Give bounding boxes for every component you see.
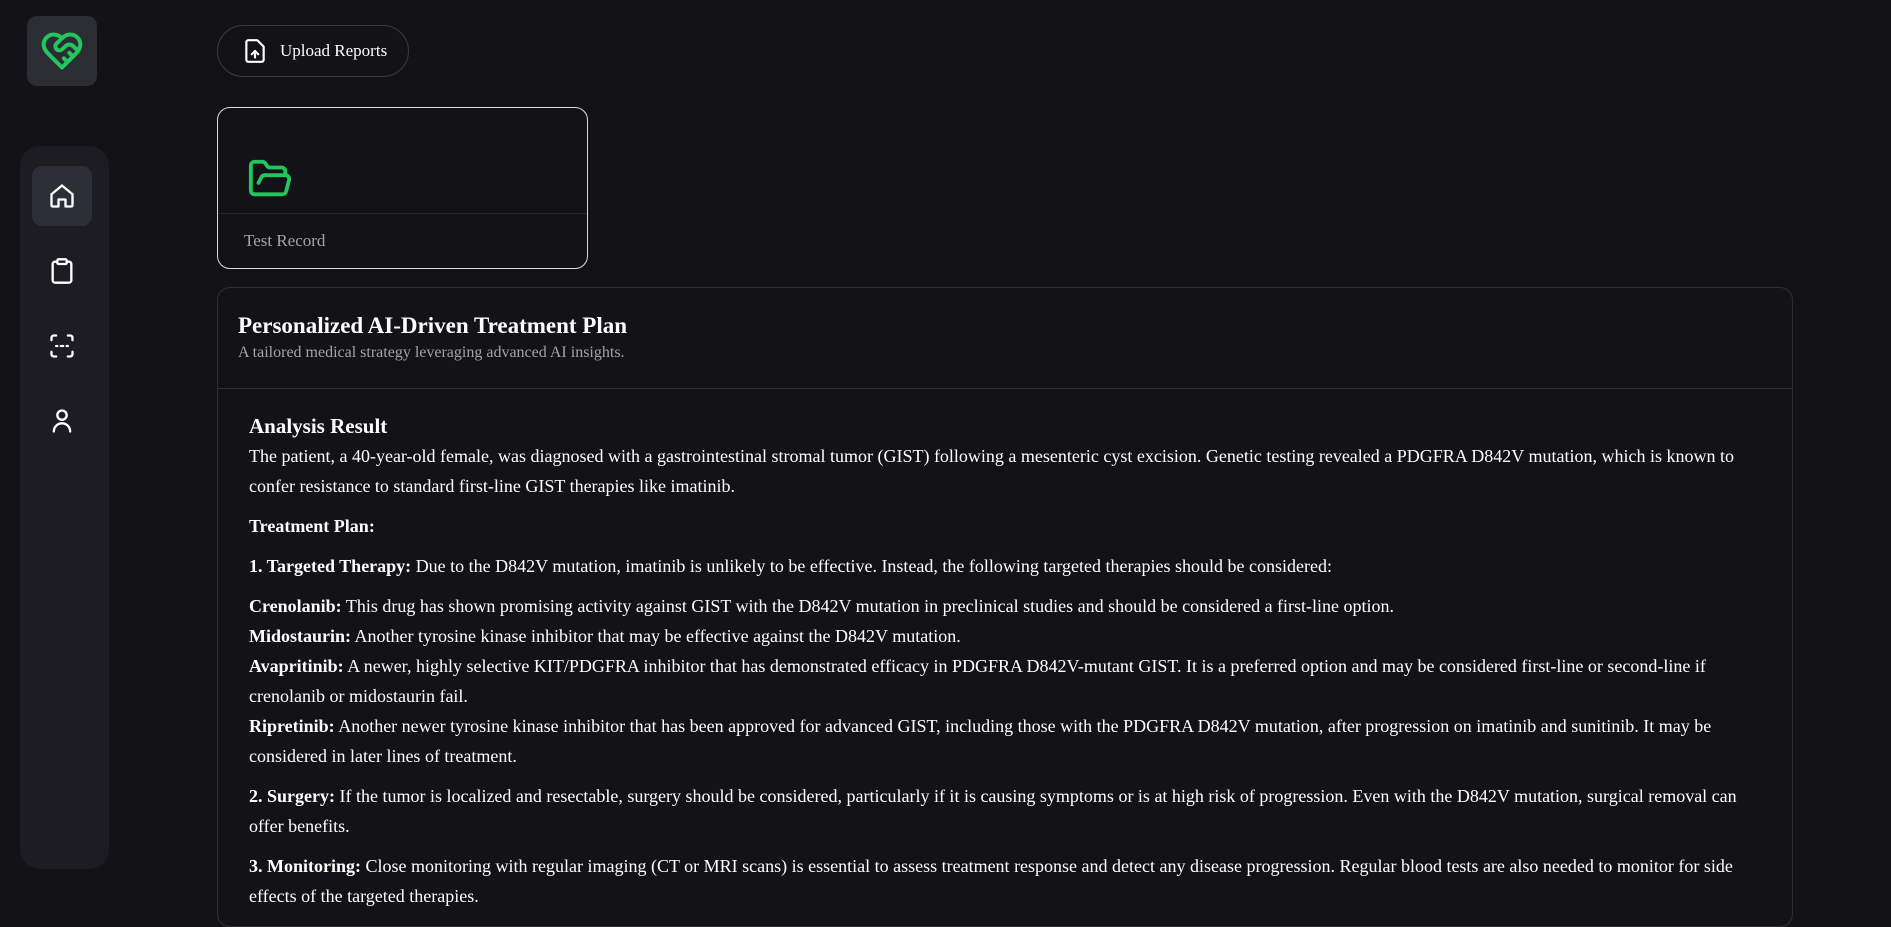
drug-name: Avapritinib: <box>249 656 344 676</box>
drug-item: Midostaurin: Another tyrosine kinase inh… <box>249 626 961 646</box>
plan-subtitle: A tailored medical strategy leveraging a… <box>238 344 625 361</box>
upload-reports-label: Upload Reports <box>280 41 388 60</box>
section-monitoring: 3. Monitoring: Close monitoring with reg… <box>249 856 1733 906</box>
sidebar <box>20 146 109 869</box>
section-surgery: 2. Surgery: If the tumor is localized an… <box>249 786 1737 836</box>
upload-reports-button[interactable]: Upload Reports <box>217 25 409 77</box>
folder-open-icon <box>248 159 292 197</box>
treatment-plan-heading: Treatment Plan: <box>249 516 375 536</box>
treatment-plan-header: Personalized AI-Driven Treatment Plan A … <box>218 288 1792 389</box>
record-card-divider <box>218 213 587 214</box>
section-label: 2. Surgery: <box>249 786 335 806</box>
analysis-heading: Analysis Result <box>249 414 388 438</box>
clipboard-icon <box>51 258 73 284</box>
app-logo[interactable] <box>27 16 97 86</box>
record-card-label: Test Record <box>244 231 326 250</box>
drug-name: Midostaurin: <box>249 626 352 646</box>
record-card[interactable]: Test Record <box>217 107 588 269</box>
drug-name: Crenolanib: <box>249 596 342 616</box>
section-targeted-therapy: 1. Targeted Therapy: Due to the D842V mu… <box>249 556 1332 576</box>
treatment-plan-card: Personalized AI-Driven Treatment Plan A … <box>217 287 1793 927</box>
home-icon <box>50 184 74 208</box>
sidebar-item-profile[interactable] <box>32 391 92 451</box>
sidebar-item-records[interactable] <box>32 241 92 301</box>
plan-title: Personalized AI-Driven Treatment Plan <box>238 313 628 338</box>
drug-item: Ripretinib: Another newer tyrosine kinas… <box>249 716 1712 766</box>
sidebar-item-home[interactable] <box>32 166 92 226</box>
analysis-intro: The patient, a 40-year-old female, was d… <box>249 446 1734 496</box>
sidebar-item-scan[interactable] <box>32 316 92 376</box>
drug-item: Avapritinib: A newer, highly selective K… <box>249 656 1706 706</box>
section-label: 1. Targeted Therapy: <box>249 556 412 576</box>
drug-item: Crenolanib: This drug has shown promisin… <box>249 596 1395 616</box>
scan-icon <box>50 334 74 358</box>
heart-handshake-icon <box>41 32 83 70</box>
user-icon <box>52 409 72 433</box>
analysis-content: Analysis Result The patient, a 40-year-o… <box>218 389 1792 911</box>
drug-name: Ripretinib: <box>249 716 335 736</box>
section-label: 3. Monitoring: <box>249 856 361 876</box>
upload-file-icon <box>245 39 265 63</box>
